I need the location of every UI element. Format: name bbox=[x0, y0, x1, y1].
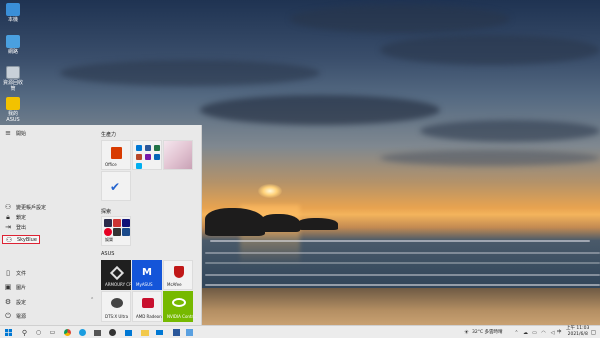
word-icon bbox=[145, 145, 151, 151]
start-rail: ≡ 開始 ⚇ 變更帳戶設定 🔒︎ 鎖定 ⇥ 登出 ⚇ SkyBlue ▯ 文件 … bbox=[0, 125, 96, 325]
this-pc-icon bbox=[6, 3, 20, 16]
battery-icon[interactable]: ▭ bbox=[530, 328, 539, 337]
weather-sun-icon[interactable]: ☀ bbox=[462, 328, 471, 337]
tile-nvidia-control[interactable]: NVIDIA Contr... bbox=[163, 291, 197, 322]
edge-icon[interactable] bbox=[78, 328, 87, 337]
weather-status[interactable]: 32°C 多雲時晴 bbox=[472, 329, 503, 335]
section-explore: 探索 bbox=[101, 209, 112, 215]
rail-sign-out[interactable]: ⇥ 登出 bbox=[0, 222, 96, 232]
nvidia-eye-icon bbox=[172, 298, 186, 307]
recycle-bin-icon bbox=[6, 66, 20, 79]
outlook-icon bbox=[136, 145, 142, 151]
checkmark-icon: ✔ bbox=[110, 180, 121, 194]
amd-radeon-icon bbox=[142, 298, 154, 308]
myasus-logo-icon: M bbox=[142, 267, 152, 278]
rail-settings[interactable]: ⚙ 設定 bbox=[0, 297, 96, 307]
sign-out-icon: ⇥ bbox=[5, 223, 11, 231]
game-thumb-icon bbox=[104, 219, 112, 227]
onedrive-icon bbox=[154, 154, 160, 160]
clock-date: 2021/6/8 bbox=[567, 332, 588, 337]
tile-photos[interactable] bbox=[163, 140, 193, 170]
weather-app-icon[interactable] bbox=[185, 328, 194, 337]
desktop-icon-recycle-bin[interactable]: 資源回收筒 bbox=[2, 66, 24, 92]
store-icon[interactable] bbox=[124, 328, 133, 337]
section-productivity: 生產力 bbox=[101, 132, 117, 138]
section-asus: ASUS bbox=[101, 251, 115, 257]
chevron-up-icon[interactable]: ⌃ bbox=[90, 297, 94, 303]
rail-lock[interactable]: 🔒︎ 鎖定 bbox=[0, 212, 96, 222]
rail-documents[interactable]: ▯ 文件 bbox=[0, 268, 96, 278]
dts-icon bbox=[111, 298, 123, 308]
notification-icon[interactable]: ▢ bbox=[589, 328, 598, 337]
sun bbox=[258, 184, 282, 198]
desktop-icon-network[interactable]: 網路 bbox=[2, 35, 24, 55]
chrome-icon[interactable] bbox=[63, 328, 72, 337]
desktop-icon-this-pc[interactable]: 本機 bbox=[2, 3, 24, 23]
mail-icon[interactable] bbox=[155, 328, 164, 337]
rail-power[interactable]: ⏻ 電源 bbox=[0, 311, 96, 321]
tile-mcafee[interactable]: McAfee bbox=[163, 260, 193, 290]
file-explorer-icon[interactable] bbox=[140, 328, 149, 337]
taskbar: ⚲ ○ ▭ ☀ 32°C 多雲時晴 ⌃ ☁ ▭ ◠ ◁ 中 上午 11:03 2… bbox=[0, 325, 600, 338]
office-logo-icon bbox=[111, 147, 122, 159]
tile-myasus[interactable]: M MyASUS bbox=[132, 260, 162, 290]
cortana-icon[interactable]: ○ bbox=[34, 328, 43, 337]
game-thumb-icon bbox=[122, 219, 130, 227]
cloud-icon[interactable]: ☁ bbox=[521, 328, 530, 337]
tile-play[interactable]: 娛樂 bbox=[101, 216, 131, 246]
clock[interactable]: 上午 11:03 2021/6/8 bbox=[566, 326, 589, 338]
rail-change-account-settings[interactable]: ⚇ 變更帳戶設定 bbox=[0, 202, 96, 212]
myasus-icon bbox=[6, 97, 20, 110]
rail-pictures[interactable]: ▣ 圖片 bbox=[0, 282, 96, 292]
tile-amd-radeon[interactable]: AMD Radeon ... bbox=[132, 291, 167, 322]
start-header[interactable]: ≡ 開始 bbox=[0, 128, 96, 138]
start-tiles: 生產力 Office ✔ 探索 娛樂 ASUS ARMOURY CR... M … bbox=[96, 125, 202, 325]
game-thumb-icon bbox=[122, 228, 130, 236]
game-thumb-icon bbox=[113, 219, 121, 227]
network-icon bbox=[6, 35, 20, 48]
pictures-icon: ▣ bbox=[4, 283, 12, 291]
onenote-icon bbox=[145, 154, 151, 160]
game-thumb-icon bbox=[113, 228, 121, 236]
tile-dts-x-ultra[interactable]: DTS:X Ultra bbox=[101, 291, 131, 322]
tile-armoury-crate[interactable]: ARMOURY CR... bbox=[101, 260, 136, 290]
power-icon: ⏻ bbox=[5, 311, 11, 320]
user-icon: ⚇ bbox=[5, 235, 13, 244]
wifi-icon[interactable]: ◠ bbox=[539, 328, 548, 337]
movies-icon[interactable] bbox=[93, 328, 102, 337]
task-view-icon[interactable]: ▭ bbox=[48, 328, 57, 337]
user-account-button[interactable]: ⚇ SkyBlue bbox=[2, 235, 40, 244]
skype-icon bbox=[136, 163, 142, 169]
search-icon[interactable]: ⚲ bbox=[20, 328, 29, 337]
xbox-icon[interactable] bbox=[108, 328, 117, 337]
speaker-icon[interactable]: ◁ bbox=[548, 328, 557, 337]
start-windows-icon[interactable] bbox=[4, 328, 13, 337]
desktop-icon-myasus[interactable]: 我的ASUS bbox=[2, 97, 24, 123]
person-icon: ⚇ bbox=[4, 203, 12, 211]
lock-icon: 🔒︎ bbox=[6, 212, 10, 221]
document-icon: ▯ bbox=[6, 269, 10, 277]
hamburger-icon: ≡ bbox=[5, 129, 11, 137]
ime-indicator[interactable]: 中 bbox=[557, 329, 562, 335]
word-app-icon[interactable] bbox=[172, 328, 181, 337]
pinterest-icon bbox=[104, 228, 112, 236]
tile-office[interactable]: Office bbox=[101, 140, 131, 170]
start-menu: ≡ 開始 ⚇ 變更帳戶設定 🔒︎ 鎖定 ⇥ 登出 ⚇ SkyBlue ▯ 文件 … bbox=[0, 125, 202, 325]
powerpoint-icon bbox=[136, 154, 142, 160]
excel-icon bbox=[154, 145, 160, 151]
mcafee-shield-icon bbox=[174, 266, 184, 278]
chevron-up-icon[interactable]: ⌃ bbox=[512, 328, 521, 337]
tile-office-apps[interactable] bbox=[132, 140, 162, 170]
armoury-crate-icon bbox=[109, 265, 125, 281]
gear-icon: ⚙ bbox=[4, 298, 12, 306]
tile-todo[interactable]: ✔ bbox=[101, 171, 131, 201]
